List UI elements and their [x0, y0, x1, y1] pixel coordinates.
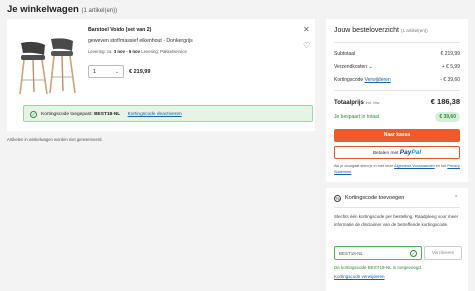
chevron-down-icon: ⌄	[368, 64, 373, 70]
total-row: Totaalprijs incl. btw € 186,38	[334, 97, 460, 106]
checkout-button[interactable]: Naar kassa	[334, 129, 460, 142]
remove-coupon-link[interactable]: Kortingscode verwijderen	[334, 274, 385, 279]
product-description: geweven stof/massief eikenhout - Donkerg…	[88, 38, 193, 44]
remove-discount-link[interactable]: Verwijderen	[365, 77, 391, 83]
chevron-up-icon[interactable]: ⌃	[454, 195, 458, 201]
product-image[interactable]	[17, 35, 79, 95]
divider	[334, 90, 460, 91]
redeem-button[interactable]: Verzilveren	[424, 246, 462, 260]
page-title: Je winkelwagen (1 artikel(en))	[7, 4, 117, 15]
coupon-code: BEST18-NL	[94, 112, 121, 117]
coupon-header-text: Kortingscode toevoegen	[345, 195, 405, 201]
summary-title: Jouw besteloverzicht (1 artikel(en))	[334, 27, 428, 34]
total-label: Totaalprijs	[334, 100, 364, 106]
coupon-applied-text: Kortingscode toegepast:	[41, 112, 93, 117]
page-title-text: Je winkelwagen	[7, 4, 79, 15]
terms-text-1: Als je doorgaat stem je in met onze	[334, 164, 394, 168]
shipping-value: + € 5,99	[441, 64, 460, 70]
chevron-down-icon: ⌄	[114, 69, 119, 75]
terms-text: Als je doorgaat stem je in met onze Alge…	[334, 164, 462, 175]
wishlist-heart-icon[interactable]: ♡	[303, 41, 310, 50]
paypal-logo-pal: Pal	[411, 149, 422, 156]
paypal-logo-pay: Pay	[399, 149, 412, 156]
coupon-description: Slechts één kortingscode per bestelling.…	[334, 214, 459, 227]
summary-title-text: Jouw besteloverzicht	[334, 27, 399, 34]
subtotal-value: € 219,99	[440, 51, 460, 57]
product-name[interactable]: Barstoel Voido (set van 2)	[88, 27, 151, 33]
discount-label: Kortingscode	[334, 77, 364, 83]
delivery-info: Levering: ca. 3 nov - 6 nov Levering: Pa…	[88, 49, 187, 54]
delivery-method: Levering: Pakketservice	[141, 49, 187, 54]
summary-count: (1 artikel(en))	[400, 28, 428, 33]
savings-badge: € 39,60	[435, 112, 460, 122]
cart-item-card: Barstoel Voido (set van 2) geweven stof/…	[7, 19, 315, 131]
remove-item-icon[interactable]: ✕	[303, 25, 310, 34]
coupon-input[interactable]: BEST18-NL ✓	[334, 246, 422, 260]
quantity-value: 1	[93, 69, 97, 75]
shipping-row[interactable]: Verzendkosten ⌄ + € 5,99	[334, 64, 460, 70]
quantity-select[interactable]: 1 ⌄	[88, 65, 124, 78]
terms-link[interactable]: Algemene Voorwaarden	[394, 164, 435, 168]
check-circle-icon: ✓	[410, 250, 417, 257]
terms-text-2: en het	[435, 164, 447, 168]
delivery-dates: 3 nov - 6 nov	[113, 49, 141, 54]
discount-value: - € 39,60	[440, 77, 460, 83]
coupon-success-message: De kortingscode BEST18-NL is toegevoegd.	[334, 265, 423, 270]
subtotal-label: Subtotaal	[334, 51, 356, 57]
savings-row: Je bespaart in totaal € 39,60	[334, 112, 460, 122]
total-value: € 186,38	[430, 97, 460, 106]
paypal-prefix: Betalen met	[372, 151, 399, 156]
discount-row: Kortingscode Verwijderen - € 39,60	[334, 77, 460, 83]
paypal-button[interactable]: Betalen met PayPal	[334, 146, 460, 159]
reservation-note: Artikelen in winkelwagen worden niet ger…	[7, 137, 103, 142]
shipping-label: Verzendkosten	[334, 64, 368, 70]
cart-count: (1 artikel(en))	[81, 8, 118, 14]
coupon-input-value: BEST18-NL	[339, 251, 364, 256]
divider	[334, 207, 460, 208]
tag-icon: %	[334, 195, 341, 202]
savings-label: Je bespaart in totaal	[334, 114, 380, 120]
delivery-prefix: Levering: ca.	[88, 49, 113, 54]
coupon-header[interactable]: % Kortingscode toevoegen	[334, 195, 404, 202]
total-vat-note: incl. btw	[365, 101, 380, 105]
order-summary: Jouw besteloverzicht (1 artikel(en)) Sub…	[326, 19, 468, 182]
deactivate-coupon-link[interactable]: Kortingscode deactiveren	[128, 112, 182, 117]
check-circle-icon: ✓	[30, 111, 37, 118]
product-price: € 219,99	[129, 69, 151, 75]
subtotal-row: Subtotaal € 219,99	[334, 51, 460, 57]
divider	[334, 42, 460, 43]
coupon-applied-banner: ✓ Kortingscode toegepast: BEST18-NL Korti…	[23, 105, 313, 122]
coupon-panel: % Kortingscode toevoegen ⌃ Slechts één ko…	[326, 188, 468, 291]
